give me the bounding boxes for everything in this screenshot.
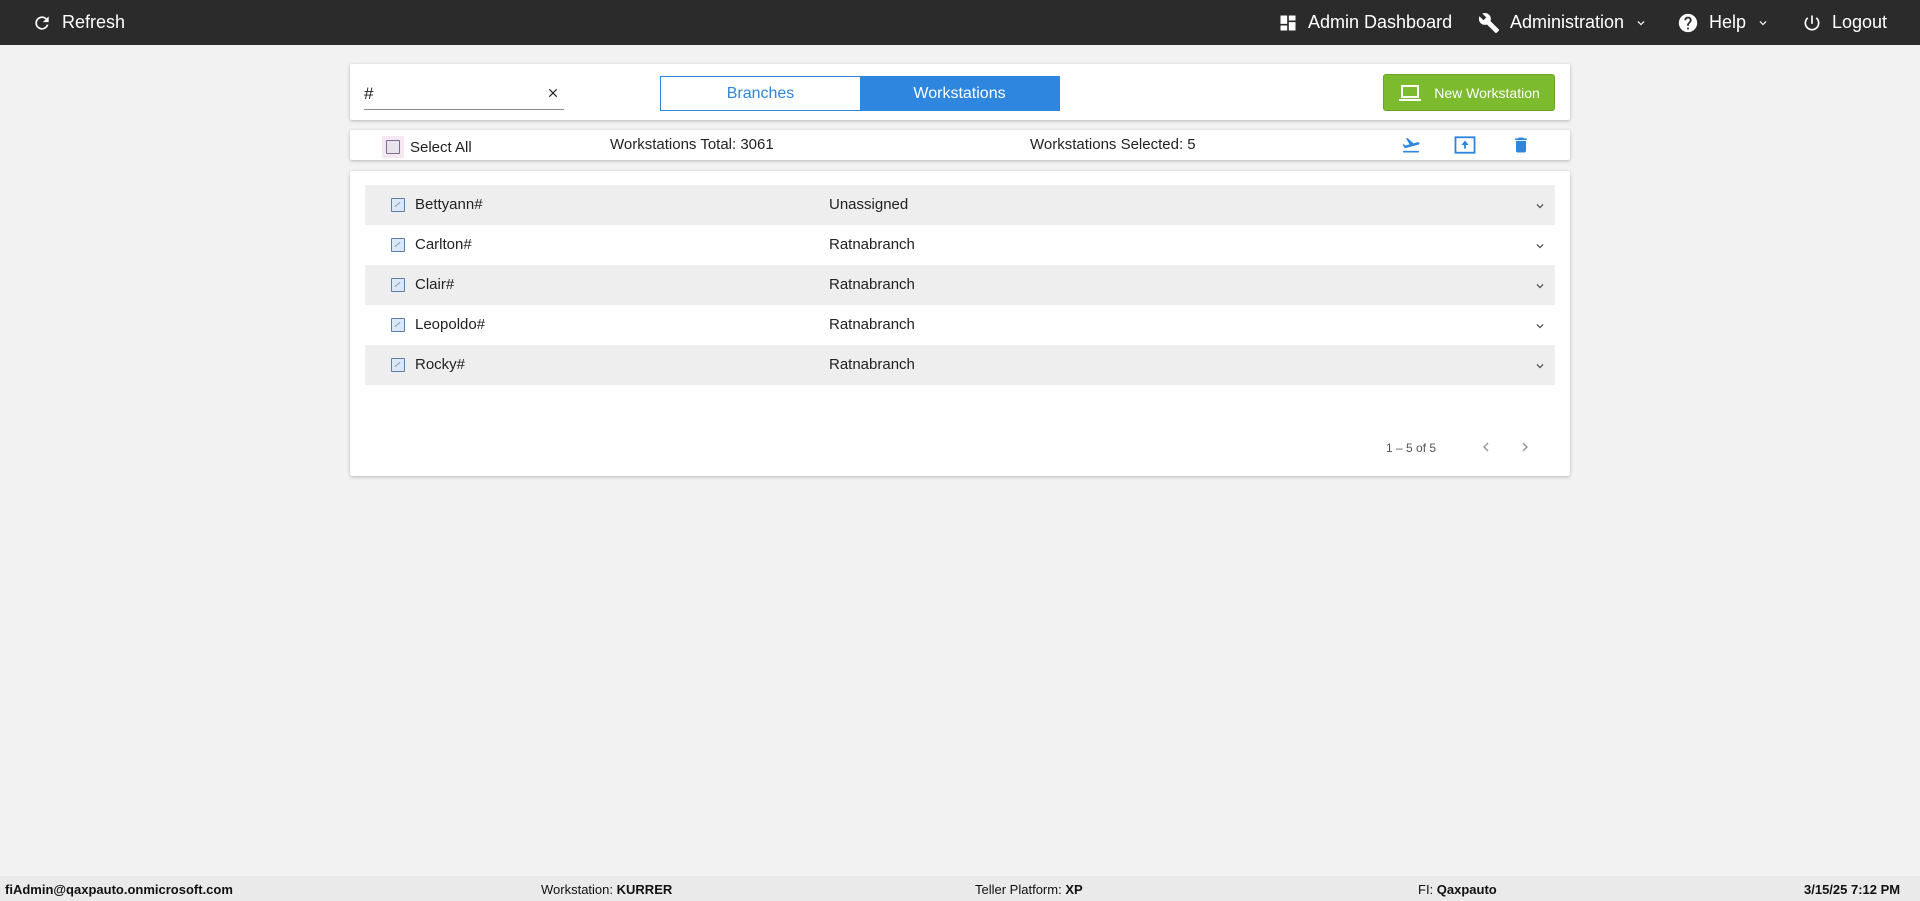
chevron-down-icon[interactable] bbox=[1533, 239, 1547, 253]
search-input[interactable] bbox=[364, 82, 534, 106]
select-all-checkbox[interactable]: Select All bbox=[382, 136, 472, 158]
footer-teller-platform: Teller Platform: XP bbox=[975, 882, 1083, 897]
chevron-down-icon bbox=[1637, 20, 1645, 25]
refresh-label: Refresh bbox=[62, 12, 126, 32]
row-checkbox[interactable] bbox=[391, 318, 405, 332]
help-menu[interactable]: Help bbox=[1677, 0, 1770, 45]
refresh-button[interactable]: Refresh bbox=[32, 0, 125, 45]
refresh-icon bbox=[35, 15, 49, 30]
workstation-name: Bettyann# bbox=[415, 196, 483, 213]
view-toggle: Branches Workstations bbox=[660, 76, 1060, 111]
row-checkbox[interactable] bbox=[391, 238, 405, 252]
footer-workstation-label: Workstation: bbox=[541, 882, 614, 897]
footer-teller-value: XP bbox=[1065, 882, 1083, 897]
laptop-icon bbox=[1399, 84, 1422, 101]
dashboard-icon bbox=[1280, 15, 1296, 30]
checkbox-focus-halo bbox=[382, 136, 404, 158]
admin-dashboard-link[interactable]: Admin Dashboard bbox=[1278, 0, 1452, 45]
close-icon[interactable] bbox=[546, 86, 560, 100]
footer-user: fiAdmin@qaxpauto.onmicrosoft.com bbox=[5, 882, 233, 897]
move-button[interactable] bbox=[1400, 135, 1422, 155]
select-all-label: Select All bbox=[410, 138, 472, 156]
workstation-name: Leopoldo# bbox=[415, 316, 486, 333]
upload-button[interactable] bbox=[1454, 135, 1476, 155]
footer-datetime: 3/15/25 7:12 PM bbox=[1804, 882, 1901, 897]
checkbox[interactable] bbox=[386, 140, 400, 154]
toolbar-card: Branches Workstations New Workstation bbox=[350, 64, 1570, 120]
wrench-icon bbox=[1478, 12, 1500, 33]
workstation-branch: Ratnabranch bbox=[829, 356, 915, 373]
power-icon bbox=[1804, 15, 1820, 31]
workstation-branch: Ratnabranch bbox=[829, 316, 915, 333]
workstation-name: Rocky# bbox=[415, 356, 466, 373]
chevron-down-icon bbox=[1759, 20, 1767, 25]
workstation-branch: Ratnabranch bbox=[829, 276, 915, 293]
status-footer: fiAdmin@qaxpauto.onmicrosoft.com Worksta… bbox=[0, 876, 1920, 901]
footer-fi-value: Qaxpauto bbox=[1436, 882, 1497, 897]
new-workstation-button[interactable]: New Workstation bbox=[1383, 74, 1555, 111]
chevron-right-icon[interactable] bbox=[1516, 438, 1534, 456]
footer-fi: FI: Qaxpauto bbox=[1418, 882, 1497, 897]
tab-branches[interactable]: Branches bbox=[661, 77, 860, 110]
admin-dashboard-label: Admin Dashboard bbox=[1308, 12, 1453, 32]
workstation-name: Carlton# bbox=[415, 236, 472, 253]
footer-workstation: Workstation: KURRER bbox=[541, 882, 672, 897]
administration-label: Administration bbox=[1510, 12, 1625, 32]
chevron-down-icon[interactable] bbox=[1533, 279, 1547, 293]
chevron-left-icon[interactable] bbox=[1477, 438, 1495, 456]
workstation-branch: Ratnabranch bbox=[829, 236, 915, 253]
chevron-down-icon[interactable] bbox=[1533, 359, 1547, 373]
chevron-down-icon[interactable] bbox=[1533, 199, 1547, 213]
row-checkbox[interactable] bbox=[391, 278, 405, 292]
workstations-selected: Workstations Selected: 5 bbox=[1030, 136, 1196, 153]
trash-icon bbox=[1515, 137, 1527, 153]
workstations-total: Workstations Total: 3061 bbox=[610, 136, 774, 153]
footer-fi-label: FI: bbox=[1418, 882, 1434, 897]
new-workstation-label: New Workstation bbox=[1434, 84, 1540, 101]
list-item[interactable]: Leopoldo# Ratnabranch bbox=[365, 305, 1555, 345]
upload-icon bbox=[1454, 136, 1476, 154]
delete-button[interactable] bbox=[1511, 135, 1533, 155]
list-item[interactable]: Carlton# Ratnabranch bbox=[365, 225, 1555, 265]
search-field bbox=[364, 80, 564, 110]
row-checkbox[interactable] bbox=[391, 198, 405, 212]
help-icon bbox=[1678, 13, 1698, 32]
footer-teller-label: Teller Platform: bbox=[975, 882, 1062, 897]
pagination-range: 1 – 5 of 5 bbox=[1386, 441, 1437, 455]
list-item[interactable]: Bettyann# Unassigned bbox=[365, 185, 1555, 225]
flight-takeoff-icon bbox=[1402, 137, 1420, 153]
list-item[interactable]: Rocky# Ratnabranch bbox=[365, 345, 1555, 385]
administration-menu[interactable]: Administration bbox=[1478, 0, 1648, 45]
workstation-list-card: Bettyann# Unassigned Carlton# Ratnabranc… bbox=[350, 171, 1570, 476]
row-checkbox[interactable] bbox=[391, 358, 405, 372]
footer-workstation-value: KURRER bbox=[616, 882, 673, 897]
list-item[interactable]: Clair# Ratnabranch bbox=[365, 265, 1555, 305]
tab-workstations[interactable]: Workstations bbox=[860, 77, 1059, 110]
top-navigation-bar: Refresh Admin Dashboard Administration H… bbox=[0, 0, 1920, 45]
logout-button[interactable]: Logout bbox=[1802, 0, 1887, 45]
logout-label: Logout bbox=[1832, 12, 1888, 32]
selection-bar: Select All Workstations Total: 3061 Work… bbox=[350, 130, 1570, 160]
help-label: Help bbox=[1709, 12, 1747, 32]
chevron-down-icon[interactable] bbox=[1533, 319, 1547, 333]
workstation-branch: Unassigned bbox=[829, 196, 909, 213]
workstation-name: Clair# bbox=[415, 276, 455, 293]
